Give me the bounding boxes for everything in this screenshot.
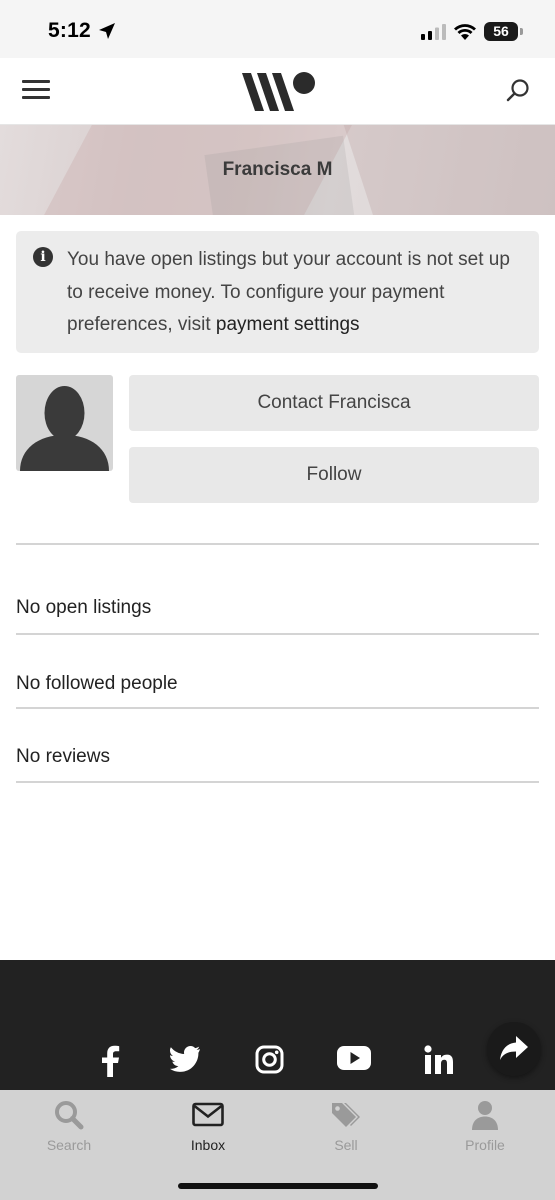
search-icon[interactable] [505,78,531,104]
status-time: 5:12 [48,19,91,42]
share-arrow-icon [500,1036,528,1060]
app-header [0,58,555,125]
contact-button[interactable]: Contact Francisca [129,375,539,431]
share-button[interactable] [487,1022,541,1076]
location-arrow-icon [99,23,115,39]
divider [16,543,539,545]
person-icon [472,1101,498,1130]
tab-sell[interactable]: Sell [277,1090,415,1160]
site-footer [0,960,555,1090]
person-placeholder-icon [20,386,109,471]
tab-inbox[interactable]: Inbox [139,1090,277,1160]
tab-search[interactable]: Search [0,1090,138,1160]
listings-section: No open listings [16,597,539,635]
cellular-signal-icon [421,24,446,40]
tab-sell-label: Sell [334,1137,358,1153]
twitter-icon[interactable] [170,1045,201,1073]
info-icon: i [33,247,53,267]
notice-text: You have open listings but your account … [67,244,517,342]
tab-profile-label: Profile [465,1137,505,1153]
profile-cover: Francisca M [0,125,555,215]
wifi-icon [454,24,476,40]
battery-tip [520,28,523,35]
home-indicator [178,1183,378,1189]
followed-section: No followed people [16,673,539,709]
battery-indicator: 56 [484,22,518,41]
tab-search-label: Search [46,1137,92,1153]
brand-logo[interactable] [240,71,318,113]
tag-icon [332,1103,360,1127]
youtube-icon[interactable] [337,1045,371,1071]
avatar [16,375,113,471]
tab-inbox-label: Inbox [190,1137,226,1153]
status-bar: 5:12 56 [0,0,555,58]
facebook-icon[interactable] [98,1045,122,1077]
follow-button[interactable]: Follow [129,447,539,503]
payment-notice: i You have open listings but your accoun… [16,231,539,353]
instagram-icon[interactable] [255,1045,284,1074]
reviews-section: No reviews [16,746,539,783]
hamburger-menu-icon[interactable] [22,80,50,104]
profile-name: Francisca M [222,159,333,180]
payment-settings-link[interactable]: payment settings [216,314,360,335]
search-icon [55,1101,84,1130]
envelope-icon [192,1102,224,1127]
linkedin-icon[interactable] [424,1045,454,1075]
tab-profile[interactable]: Profile [416,1090,554,1160]
